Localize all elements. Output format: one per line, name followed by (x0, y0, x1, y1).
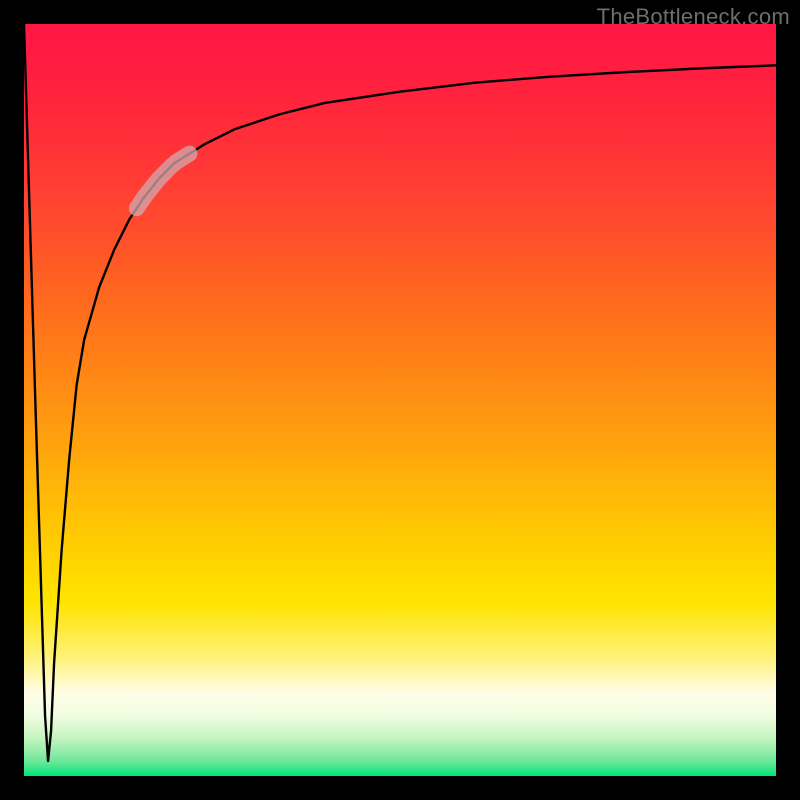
curve-layer (24, 24, 776, 776)
plot-area (24, 24, 776, 776)
bottleneck-chart: TheBottleneck.com (0, 0, 800, 800)
bottleneck-curve-path (24, 24, 776, 761)
highlight-marker (137, 154, 190, 209)
